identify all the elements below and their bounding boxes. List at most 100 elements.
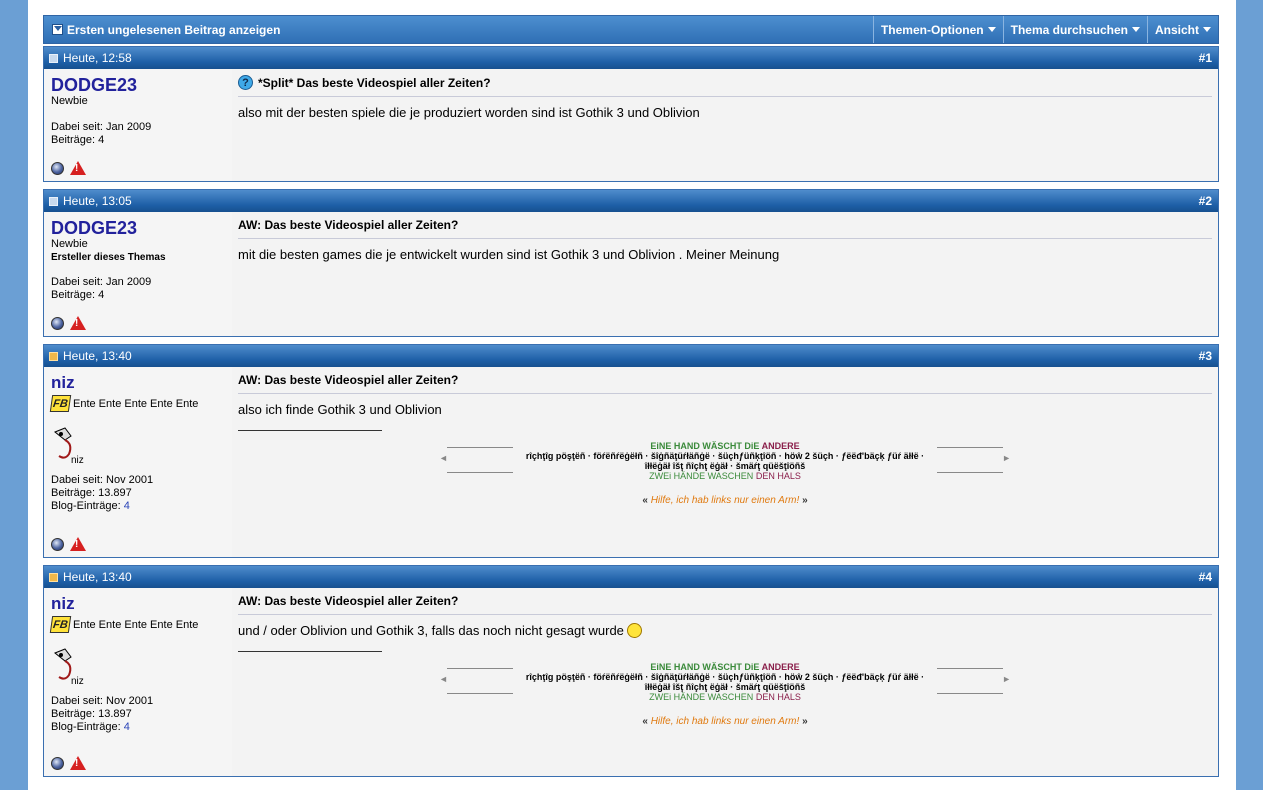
quote-close: » [802, 495, 808, 506]
report-post-icon[interactable] [70, 537, 86, 551]
blog-entries-link[interactable]: 4 [124, 500, 130, 512]
offline-status-icon [51, 537, 64, 551]
report-post-icon[interactable] [70, 756, 86, 770]
username-link[interactable]: niz [51, 373, 225, 393]
chevron-down-icon [1203, 27, 1211, 32]
signature-line1: EiNE HAND WÄSCHT DiE [650, 441, 760, 451]
report-post-icon[interactable] [70, 161, 86, 175]
quote-open: « [642, 495, 648, 506]
post-count: Beiträge: 4 [51, 134, 105, 146]
signature-line1: EiNE HAND WÄSCHT DiE [650, 662, 760, 672]
join-date: Dabei seit: Nov 2001 [51, 474, 154, 486]
post-header: Heute, 12:58 #1 [44, 47, 1218, 69]
post-title: ? *Split* Das beste Videospiel aller Zei… [238, 75, 1212, 97]
post-date: Heute, 13:40 [63, 570, 132, 584]
signature-links[interactable]: rîçhţîg pöşţëñ · föŕëñŕëġëłñ · šîġñäţüŕł… [447, 451, 1003, 471]
avatar-caption: niz [71, 455, 84, 466]
signature-separator [238, 651, 382, 652]
post-message-text: und / oder Oblivion und Gothik 3, falls … [238, 623, 624, 638]
offline-status-icon [51, 756, 64, 770]
post-title: AW: Das beste Videospiel aller Zeiten? [238, 218, 1212, 239]
post-status-icon [49, 53, 58, 63]
user-info: DODGE23 Newbie Dabei seit: Jan 2009 Beit… [44, 69, 232, 181]
page-container: Ersten ungelesenen Beitrag anzeigen Them… [28, 0, 1236, 790]
post-message: und / oder Oblivion und Gothik 3, falls … [238, 623, 1212, 639]
post-content: AW: Das beste Videospiel aller Zeiten? a… [232, 367, 1218, 557]
avatar: niz [51, 647, 85, 687]
post-title-text: AW: Das beste Videospiel aller Zeiten? [238, 373, 459, 387]
thread-starter-label: Ersteller dieses Themas [51, 252, 166, 263]
signature: ◄ ► EiNE HAND WÄSCHT DiE ANDERE rîçhţîg … [238, 662, 1212, 727]
post-content: ? *Split* Das beste Videospiel aller Zei… [232, 69, 1218, 181]
signature-links[interactable]: rîçhţîg pöşţëñ · föŕëñŕëġëłñ · šîġñäţüŕł… [447, 672, 1003, 692]
post-date: Heute, 12:58 [63, 51, 132, 65]
signature-line3-accent: DEN HALS [755, 692, 801, 702]
post-count: Beiträge: 4 [51, 289, 105, 301]
post-date: Heute, 13:40 [63, 349, 132, 363]
arrow-left-icon: ◄ [439, 674, 448, 684]
quote-open: « [642, 716, 648, 727]
join-date: Dabei seit: Jan 2009 [51, 121, 152, 133]
user-info: niz FB Ente Ente Ente Ente Ente niz Dabe… [44, 588, 232, 776]
signature-slogan: « Hilfe, ich hab links nur einen Arm! » [238, 495, 1212, 506]
signature-line3: ZWEi HÄNDE WASCHEN [649, 692, 754, 702]
username-link[interactable]: niz [51, 594, 225, 614]
report-post-icon[interactable] [70, 316, 86, 330]
post-status-icon [49, 196, 58, 206]
post-content: AW: Das beste Videospiel aller Zeiten? u… [232, 588, 1218, 776]
blog-entries-label: Blog-Einträge: [51, 500, 121, 512]
thread-toolbar: Ersten ungelesenen Beitrag anzeigen Them… [43, 15, 1219, 44]
arrow-right-icon: ► [1002, 453, 1011, 463]
post-status-icon [49, 351, 58, 361]
post: Heute, 12:58 #1 DODGE23 Newbie Dabei sei… [43, 46, 1219, 182]
post: Heute, 13:40 #4 niz FB Ente Ente Ente En… [43, 565, 1219, 777]
first-unread-link[interactable]: Ersten ungelesenen Beitrag anzeigen [44, 16, 873, 43]
signature-line1-accent: ANDERE [761, 662, 800, 672]
view-menu[interactable]: Ansicht [1146, 16, 1218, 43]
post-header: Heute, 13:40 #4 [44, 566, 1218, 588]
search-thread-menu[interactable]: Thema durchsuchen [1002, 16, 1147, 43]
post: Heute, 13:05 #2 DODGE23 Newbie Ersteller… [43, 189, 1219, 337]
search-thread-label: Thema durchsuchen [1010, 22, 1128, 37]
signature-bracket-right [937, 668, 1003, 694]
post-date: Heute, 13:05 [63, 194, 132, 208]
post-message: also ich finde Gothik 3 und Oblivion [238, 402, 442, 417]
offline-status-icon [51, 316, 64, 330]
user-rank: Ente Ente Ente Ente Ente [73, 397, 199, 410]
user-info: niz FB Ente Ente Ente Ente Ente niz Dabe… [44, 367, 232, 557]
chevron-down-icon [987, 27, 996, 32]
signature-bracket-right [937, 447, 1003, 473]
smiley-icon [626, 623, 642, 638]
signature-line1-accent: ANDERE [761, 441, 800, 451]
post-title-text: *Split* Das beste Videospiel aller Zeite… [258, 75, 491, 90]
post-status-icon [49, 572, 58, 582]
post-message: mit die besten games die je entwickelt w… [238, 247, 780, 262]
post-title: AW: Das beste Videospiel aller Zeiten? [238, 373, 1212, 394]
post-number-link[interactable]: #3 [1199, 349, 1212, 363]
signature-slogan: « Hilfe, ich hab links nur einen Arm! » [238, 716, 1212, 727]
slogan-text: Hilfe, ich hab links nur einen Arm! [650, 716, 800, 727]
arrow-right-icon: ► [1002, 674, 1011, 684]
post-title-text: AW: Das beste Videospiel aller Zeiten? [238, 218, 459, 232]
post-count: Beiträge: 13.897 [51, 487, 132, 499]
first-unread-icon [52, 24, 63, 35]
user-info: DODGE23 Newbie Ersteller dieses Themas D… [44, 212, 232, 336]
signature-bracket-left [447, 447, 513, 473]
post-number-link[interactable]: #1 [1199, 51, 1212, 65]
username-link[interactable]: DODGE23 [51, 75, 225, 95]
fb-rank-badge: FB [49, 616, 72, 633]
user-rank: Ente Ente Ente Ente Ente [73, 618, 199, 631]
post-message: also mit der besten spiele die je produz… [238, 105, 700, 120]
slogan-text: Hilfe, ich hab links nur einen Arm! [650, 495, 800, 506]
first-unread-label: Ersten ungelesenen Beitrag anzeigen [67, 22, 281, 37]
avatar-caption: niz [71, 676, 84, 687]
blog-entries-link[interactable]: 4 [124, 721, 130, 733]
thread-options-label: Themen-Optionen [880, 22, 984, 37]
chevron-down-icon [1131, 27, 1140, 32]
thread-options-menu[interactable]: Themen-Optionen [872, 16, 1003, 43]
post-number-link[interactable]: #2 [1199, 194, 1212, 208]
quote-close: » [802, 716, 808, 727]
post-number-link[interactable]: #4 [1199, 570, 1212, 584]
username-link[interactable]: DODGE23 [51, 218, 225, 238]
post-header: Heute, 13:05 #2 [44, 190, 1218, 212]
